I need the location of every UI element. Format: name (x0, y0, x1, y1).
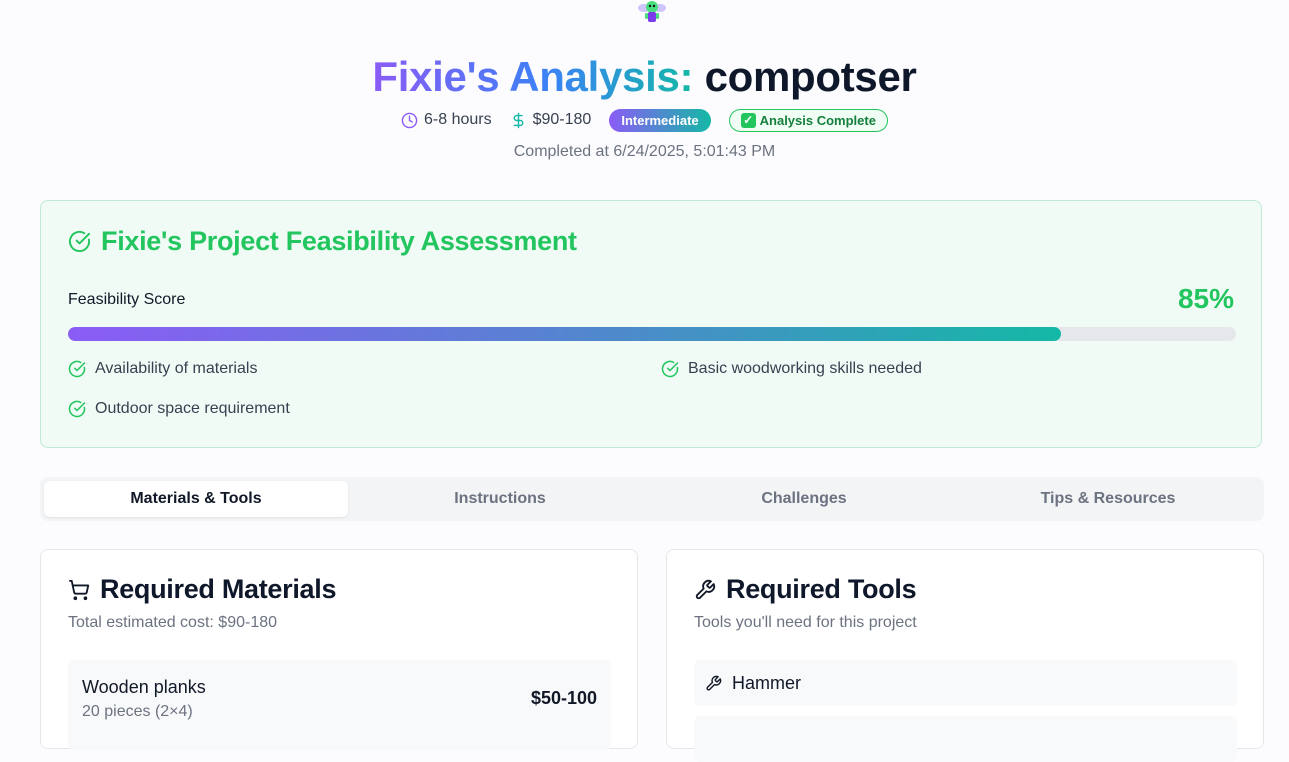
feasibility-factor: Availability of materials (68, 360, 257, 378)
check-circle-icon (68, 360, 86, 378)
difficulty-badge: Intermediate (609, 108, 711, 132)
material-quantity: 20 pieces (2×4) (82, 703, 193, 720)
page-title: Fixie's Analysis: compotser (0, 52, 1289, 102)
tab-materials-tools[interactable]: Materials & Tools (44, 481, 348, 517)
tool-name: Hammer (732, 672, 802, 693)
title-prefix: Fixie's Analysis: (372, 53, 694, 100)
wrench-icon (706, 675, 722, 691)
materials-subtitle: Total estimated cost: $90-180 (68, 614, 278, 631)
tools-heading: Required Tools (694, 574, 917, 605)
material-price: $50-100 (530, 688, 597, 708)
status-badge-label: Analysis Complete (759, 112, 876, 128)
score-label: Feasibility Score (68, 291, 186, 308)
tab-tips-resources[interactable]: Tips & Resources (956, 481, 1260, 517)
feasibility-factor-label: Availability of materials (95, 360, 258, 377)
time-estimate-text: 6-8 hours (424, 111, 492, 128)
material-item: Wooden planks 20 pieces (2×4) $50-100 (68, 660, 611, 750)
project-name: compotser (704, 53, 917, 100)
fixie-mascot-icon (638, 1, 666, 22)
clock-icon (401, 112, 418, 128)
tools-title: Required Tools (726, 574, 917, 604)
tab-bar: Materials & Tools Instructions Challenge… (40, 477, 1264, 521)
score-value: 85% (1177, 283, 1234, 314)
tools-subtitle: Tools you'll need for this project (694, 614, 917, 631)
tool-item: Hammer (694, 660, 1237, 706)
feasibility-heading: Fixie's Project Feasibility Assessment (68, 226, 577, 257)
feasibility-factor: Outdoor space requirement (68, 400, 290, 418)
tool-item (694, 716, 1237, 762)
feasibility-factor-label: Outdoor space requirement (95, 400, 290, 417)
cost-estimate: $90-180 (510, 111, 592, 129)
tab-instructions[interactable]: Instructions (348, 481, 652, 517)
shopping-cart-icon (68, 579, 90, 600)
check-circle-icon (68, 230, 91, 252)
feasibility-progress-fill (68, 327, 1061, 341)
project-meta: 6-8 hours $90-180 Intermediate ✓ Analysi… (0, 106, 1289, 134)
feasibility-factor: Basic woodworking skills needed (661, 360, 922, 378)
tab-challenges[interactable]: Challenges (652, 481, 956, 517)
tools-card: Required Tools Tools you'll need for thi… (666, 549, 1264, 762)
material-name: Wooden planks (82, 677, 206, 697)
check-circle-icon (661, 360, 679, 378)
completed-timestamp: Completed at 6/24/2025, 5:01:43 PM (513, 143, 776, 160)
feasibility-progress-bar (68, 327, 1236, 341)
feasibility-card: Fixie's Project Feasibility Assessment F… (40, 200, 1262, 448)
checkmark-icon: ✓ (740, 112, 756, 128)
check-circle-icon (68, 400, 86, 418)
materials-title: Required Materials (100, 574, 337, 604)
wrench-icon (695, 579, 716, 599)
time-estimate: 6-8 hours (401, 111, 492, 129)
status-badge: ✓ Analysis Complete (728, 108, 888, 132)
feasibility-title: Fixie's Project Feasibility Assessment (101, 226, 577, 256)
cost-estimate-text: $90-180 (532, 111, 592, 128)
dollar-icon (513, 112, 524, 128)
materials-heading: Required Materials (68, 574, 336, 605)
materials-card: Required Materials Total estimated cost:… (40, 549, 638, 750)
feasibility-factor-label: Basic woodworking skills needed (688, 360, 922, 377)
